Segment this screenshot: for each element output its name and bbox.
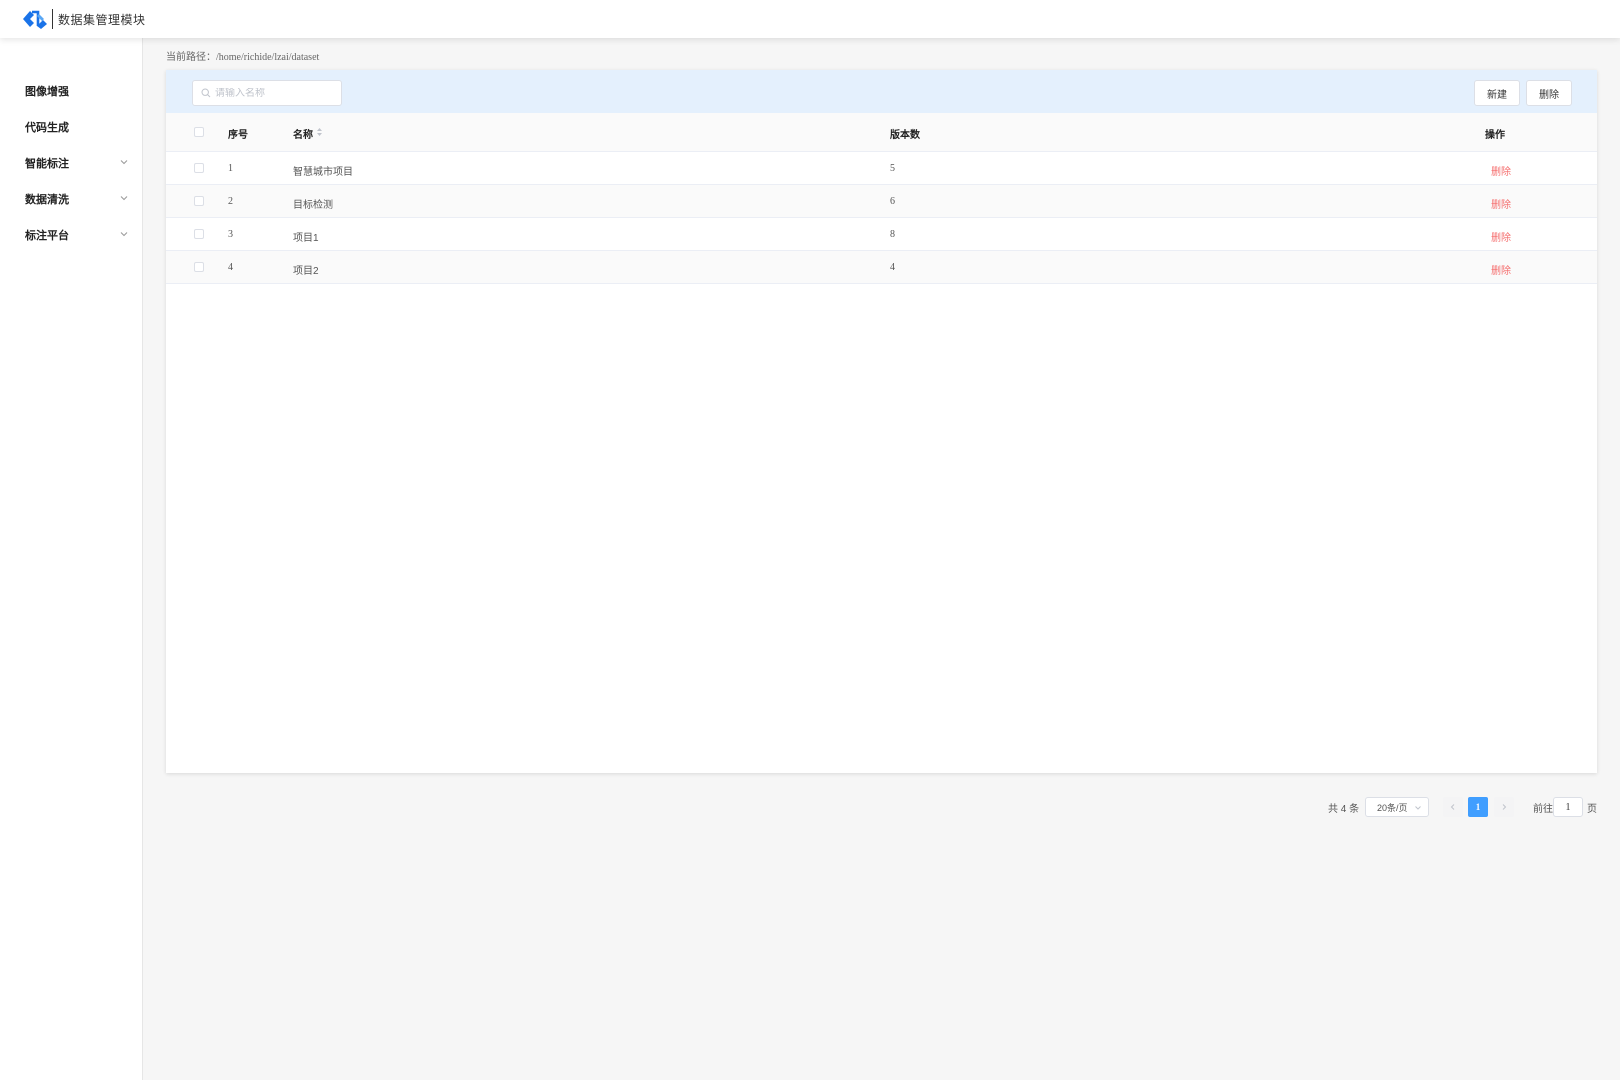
column-header-action: 操作 bbox=[1485, 130, 1505, 141]
search-box[interactable] bbox=[192, 80, 342, 106]
sidebar-item-label-platform[interactable]: 标注平台 bbox=[0, 223, 143, 247]
sidebar-item-label: 标注平台 bbox=[25, 230, 69, 242]
page-number-current[interactable]: 1 bbox=[1468, 797, 1488, 817]
row-checkbox[interactable] bbox=[194, 196, 204, 206]
toolbar: 新建 删除 bbox=[166, 70, 1597, 113]
cell-index: 2 bbox=[228, 196, 233, 207]
cell-versions: 4 bbox=[890, 262, 895, 273]
table-row: 3 项目1 8 删除 bbox=[166, 218, 1597, 251]
table-row: 4 项目2 4 删除 bbox=[166, 251, 1597, 284]
column-header-versions: 版本数 bbox=[890, 130, 920, 141]
cell-versions: 5 bbox=[890, 163, 895, 174]
row-delete-link[interactable]: 删除 bbox=[1491, 229, 1511, 244]
row-delete-link[interactable]: 删除 bbox=[1491, 196, 1511, 211]
column-header-index: 序号 bbox=[228, 130, 248, 141]
chevron-right-icon bbox=[1502, 804, 1507, 810]
sidebar-item-label: 智能标注 bbox=[25, 158, 69, 170]
chevron-down-icon bbox=[120, 160, 128, 165]
dataset-card: 新建 删除 序号 名称 版本数 操作 1 智慧城市项目 5 删除 2 目标检测 … bbox=[166, 70, 1597, 773]
select-all-checkbox[interactable] bbox=[194, 127, 204, 137]
chevron-down-icon bbox=[1415, 806, 1421, 810]
row-delete-link[interactable]: 删除 bbox=[1491, 262, 1511, 277]
sidebar-item-code-gen[interactable]: 代码生成 bbox=[0, 115, 143, 139]
column-header-name[interactable]: 名称 bbox=[293, 126, 313, 141]
cell-versions: 8 bbox=[890, 229, 895, 240]
sidebar-item-data-clean[interactable]: 数据清洗 bbox=[0, 187, 143, 211]
prev-page-button[interactable] bbox=[1443, 797, 1463, 817]
row-checkbox[interactable] bbox=[194, 163, 204, 173]
table-row: 2 目标检测 6 删除 bbox=[166, 185, 1597, 218]
cell-name: 目标检测 bbox=[293, 200, 333, 211]
row-delete-link[interactable]: 删除 bbox=[1491, 163, 1511, 178]
cell-versions: 6 bbox=[890, 196, 895, 207]
cell-index: 3 bbox=[228, 229, 233, 240]
cell-index: 1 bbox=[228, 163, 233, 174]
app-title: 数据集管理模块 bbox=[58, 13, 146, 27]
cell-name: 项目1 bbox=[293, 233, 319, 244]
cell-name: 项目2 bbox=[293, 266, 319, 277]
sidebar-item-label: 数据清洗 bbox=[25, 194, 69, 206]
search-icon bbox=[201, 88, 211, 98]
new-button[interactable]: 新建 bbox=[1474, 80, 1520, 106]
row-checkbox[interactable] bbox=[194, 229, 204, 239]
sidebar-item-label: 图像增强 bbox=[25, 86, 69, 98]
sidebar-item-smart-label[interactable]: 智能标注 bbox=[0, 151, 143, 175]
chevron-down-icon bbox=[120, 232, 128, 237]
table-header: 序号 名称 版本数 操作 bbox=[166, 113, 1597, 152]
table-row: 1 智慧城市项目 5 删除 bbox=[166, 152, 1597, 185]
sidebar-item-image-enhance[interactable]: 图像增强 bbox=[0, 79, 143, 103]
page-suffix-label: 页 bbox=[1587, 804, 1597, 815]
top-bar: 数据集管理模块 bbox=[0, 0, 1620, 38]
cell-index: 4 bbox=[228, 262, 233, 273]
sidebar-item-label: 代码生成 bbox=[25, 122, 69, 134]
sidebar: 图像增强 代码生成 智能标注 数据清洗 标注平台 bbox=[0, 38, 143, 1080]
search-input[interactable] bbox=[215, 87, 335, 99]
goto-page-input[interactable] bbox=[1553, 797, 1583, 817]
next-page-button[interactable] bbox=[1494, 797, 1514, 817]
goto-label: 前往 bbox=[1533, 804, 1553, 815]
breadcrumb-label: 当前路径： bbox=[166, 52, 216, 63]
cell-name: 智慧城市项目 bbox=[293, 167, 353, 178]
breadcrumb: 当前路径：/home/richide/lzai/dataset bbox=[166, 48, 319, 63]
page-size-select[interactable]: 20条/页 bbox=[1365, 797, 1429, 817]
sort-icon[interactable] bbox=[316, 127, 323, 137]
pagination-total: 共 4 条 bbox=[1328, 804, 1360, 815]
page-size-value: 20条/页 bbox=[1377, 802, 1408, 813]
row-checkbox[interactable] bbox=[194, 262, 204, 272]
breadcrumb-path: /home/richide/lzai/dataset bbox=[216, 52, 320, 63]
chevron-down-icon bbox=[120, 196, 128, 201]
chevron-left-icon bbox=[1450, 804, 1455, 810]
delete-button[interactable]: 删除 bbox=[1526, 80, 1572, 106]
logo-separator bbox=[52, 9, 53, 29]
logo-icon[interactable] bbox=[22, 8, 48, 30]
